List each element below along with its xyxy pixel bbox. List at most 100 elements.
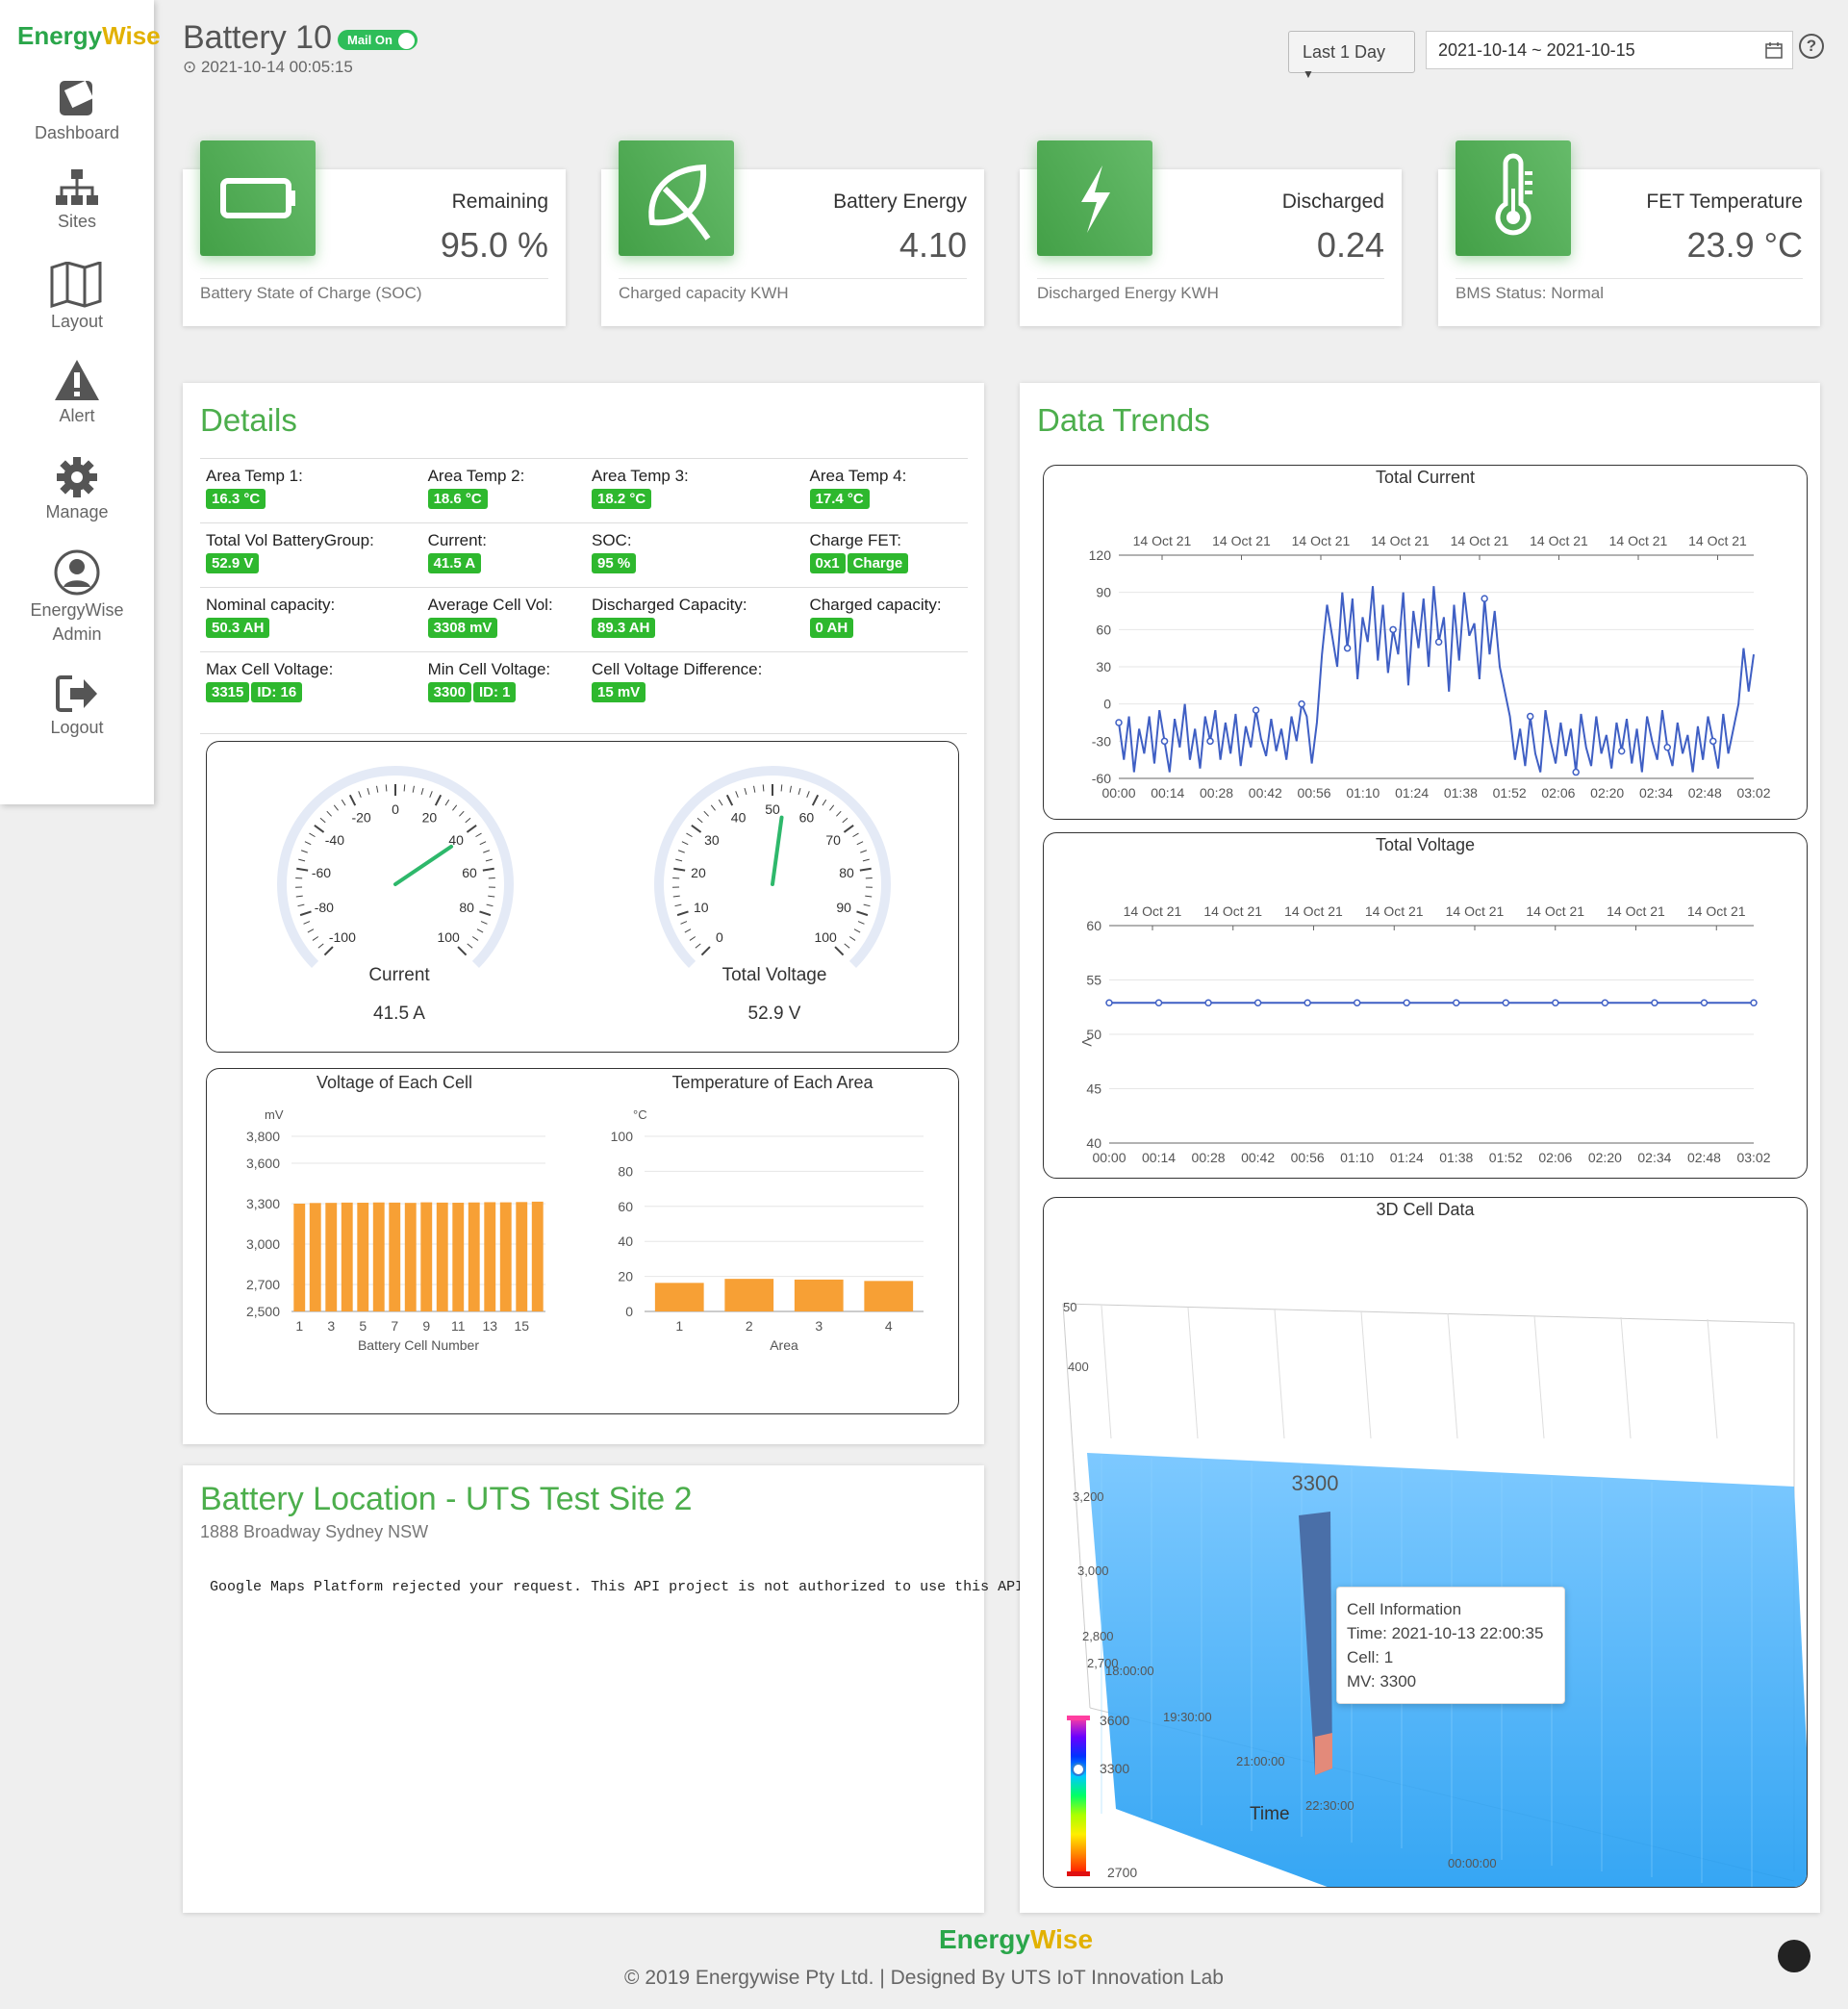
bar[interactable] — [293, 1204, 306, 1311]
y-tick-label: 0 — [1103, 697, 1111, 712]
detail-badge: 89.3 AH — [591, 618, 656, 638]
bar[interactable] — [654, 1283, 704, 1311]
data-point[interactable] — [1651, 999, 1658, 1006]
color-legend[interactable] — [1071, 1717, 1086, 1873]
sidebar-item-layout[interactable]: Layout — [0, 262, 154, 332]
gauge-tick — [299, 910, 312, 917]
bar[interactable] — [436, 1202, 448, 1311]
gauge-tick — [296, 867, 309, 872]
theme-toggle-icon[interactable] — [1778, 1940, 1810, 1972]
data-point[interactable] — [1252, 706, 1260, 714]
data-point[interactable] — [1298, 699, 1305, 708]
x-tick-label: 00:00 — [1092, 1150, 1126, 1165]
data-point[interactable] — [1617, 747, 1626, 755]
range-dropdown[interactable]: Last 1 Day ▼ — [1288, 31, 1415, 81]
bar[interactable] — [531, 1201, 544, 1311]
help-icon[interactable]: ? — [1799, 34, 1824, 59]
mail-toggle[interactable]: Mail On — [337, 29, 418, 50]
sidebar-item-logout[interactable]: Logout — [0, 674, 154, 738]
bar[interactable] — [404, 1203, 417, 1311]
data-point[interactable] — [1105, 999, 1113, 1006]
kpi-label: Remaining — [451, 191, 548, 213]
data-point[interactable] — [1304, 999, 1311, 1006]
thermometer-icon — [1495, 153, 1532, 236]
top-tick-label: 14 Oct 21 — [1688, 533, 1747, 548]
y-tick-label: 45 — [1086, 1081, 1101, 1097]
data-point[interactable] — [1601, 999, 1609, 1006]
detail-badge: ID: 16 — [251, 682, 303, 702]
data-point[interactable] — [1526, 712, 1534, 721]
bar[interactable] — [468, 1202, 480, 1311]
top-tick-label: 14 Oct 21 — [1133, 533, 1192, 548]
kpi-icon-box — [1037, 140, 1152, 256]
data-point[interactable] — [1253, 999, 1262, 1006]
data-point[interactable] — [1353, 999, 1361, 1006]
sidebar-item-admin[interactable]: EnergyWise Admin — [0, 548, 154, 645]
sidebar-item-sites[interactable]: Sites — [0, 169, 154, 232]
data-point[interactable] — [1552, 999, 1559, 1006]
bar[interactable] — [794, 1279, 844, 1311]
data-point[interactable] — [1154, 999, 1163, 1006]
gauge-tick — [806, 791, 810, 798]
data-point[interactable] — [1709, 737, 1717, 746]
data-point[interactable] — [1160, 737, 1169, 746]
sidebar-item-manage[interactable]: Manage — [0, 456, 154, 522]
bar[interactable] — [452, 1203, 465, 1311]
bar[interactable] — [499, 1202, 512, 1311]
series-line — [1118, 586, 1755, 773]
bar[interactable] — [389, 1202, 401, 1311]
data-point[interactable] — [1700, 999, 1709, 1006]
gauge-tick — [482, 867, 494, 872]
top-tick-label: 14 Oct 21 — [1607, 903, 1665, 919]
legend-handle-top[interactable] — [1067, 1716, 1090, 1720]
bar[interactable] — [341, 1202, 353, 1311]
detail-label: Current: — [427, 531, 487, 549]
location-address: 1888 Broadway Sydney NSW — [200, 1522, 429, 1541]
data-point[interactable] — [1343, 644, 1352, 652]
data-point[interactable] — [1389, 625, 1397, 634]
cell-3d-svg[interactable]: 3300504003,2003,0002,8002,70018:00:0019:… — [1044, 1198, 1808, 1888]
detail-badge: 0 AH — [809, 618, 854, 638]
bar[interactable] — [484, 1202, 496, 1311]
data-point[interactable] — [1502, 999, 1510, 1006]
gauge-tick — [710, 804, 716, 811]
data-point[interactable] — [1403, 999, 1410, 1006]
detail-label: Charged capacity: — [809, 596, 942, 614]
bar[interactable] — [516, 1202, 528, 1311]
data-point[interactable] — [1750, 999, 1758, 1006]
bar[interactable] — [372, 1202, 385, 1311]
legend-label: 3300 — [1100, 1761, 1129, 1776]
kpi-footer: Discharged Energy KWH — [1037, 284, 1219, 302]
kpi-icon-box — [619, 140, 734, 256]
data-point[interactable] — [1572, 768, 1580, 776]
bar[interactable] — [420, 1202, 433, 1311]
legend-indicator[interactable] — [1072, 1763, 1085, 1776]
x-tick-label: 00:28 — [1200, 785, 1233, 801]
data-point[interactable] — [1434, 638, 1443, 646]
gauge-tick-label: 70 — [825, 832, 841, 848]
y-tick-label: 3,000 — [246, 1236, 280, 1252]
bar[interactable] — [357, 1203, 369, 1311]
sidebar-item-dashboard[interactable]: Dashboard — [0, 75, 154, 143]
data-point[interactable] — [1206, 737, 1214, 746]
date-range-input[interactable]: 2021-10-14 ~ 2021-10-15 — [1426, 31, 1793, 69]
gauge-tick — [829, 804, 835, 811]
data-point[interactable] — [1453, 999, 1460, 1006]
data-point[interactable] — [1663, 744, 1671, 751]
calendar-icon[interactable] — [1765, 41, 1783, 59]
gauge-tick — [295, 895, 303, 898]
detail-badge: 3300 — [427, 682, 471, 702]
bar[interactable] — [325, 1203, 338, 1311]
sidebar-item-alert[interactable]: Alert — [0, 358, 154, 426]
brand-logo[interactable]: EnergyWise — [17, 21, 161, 51]
data-point[interactable] — [1204, 999, 1212, 1006]
bar[interactable] — [724, 1279, 774, 1311]
bar[interactable] — [864, 1281, 914, 1311]
data-point[interactable] — [1115, 719, 1123, 726]
bar[interactable] — [309, 1203, 321, 1311]
legend-handle-bottom[interactable] — [1067, 1871, 1090, 1876]
data-point[interactable] — [1481, 595, 1488, 602]
gauge-tick — [675, 858, 683, 862]
detail-cell: Current: 41.5 A — [421, 522, 586, 588]
y-tick-label: 3,600 — [246, 1156, 280, 1171]
